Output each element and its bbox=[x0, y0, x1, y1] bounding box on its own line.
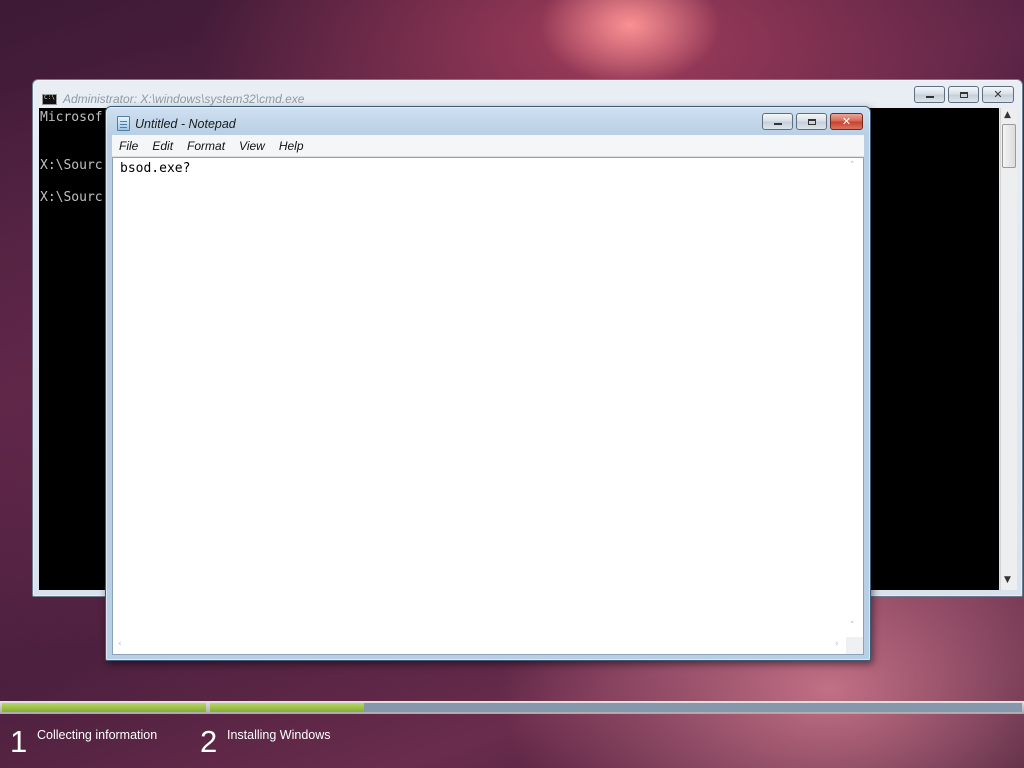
step-2-progress-fill bbox=[210, 703, 365, 712]
maximize-icon bbox=[807, 118, 816, 125]
notepad-window[interactable]: Untitled - Notepad ✕ File Edit Format Vi… bbox=[105, 106, 871, 661]
notepad-close-button[interactable]: ✕ bbox=[830, 113, 863, 130]
notepad-horizontal-scrollbar[interactable]: ‹ › bbox=[113, 637, 846, 654]
notepad-menubar: File Edit Format View Help bbox=[112, 135, 864, 157]
notepad-text-area[interactable]: bsod.exe? ˄ ˅ ‹ › bbox=[112, 157, 864, 655]
scroll-down-arrow-icon[interactable]: ▼ bbox=[1004, 576, 1011, 585]
step-number: 2 bbox=[200, 724, 218, 759]
step-number: 1 bbox=[10, 724, 28, 759]
notepad-maximize-button[interactable] bbox=[796, 113, 827, 130]
minimize-icon bbox=[925, 96, 934, 98]
cmd-minimize-button[interactable] bbox=[914, 86, 945, 103]
maximize-icon bbox=[959, 91, 968, 98]
close-icon: ✕ bbox=[841, 115, 852, 128]
menu-edit[interactable]: Edit bbox=[145, 139, 180, 153]
scroll-up-arrow-icon[interactable]: ▲ bbox=[1004, 111, 1011, 120]
step-1-progress-fill bbox=[2, 703, 206, 712]
cmd-scroll-thumb[interactable] bbox=[1002, 124, 1016, 168]
scroll-down-arrow-icon[interactable]: ˅ bbox=[850, 622, 855, 631]
menu-format[interactable]: Format bbox=[180, 139, 232, 153]
step-label: Collecting information bbox=[37, 728, 158, 742]
close-icon: ✕ bbox=[993, 88, 1003, 101]
step-label: Installing Windows bbox=[227, 728, 331, 742]
notepad-title: Untitled - Notepad bbox=[135, 117, 236, 131]
notepad-minimize-button[interactable] bbox=[762, 113, 793, 130]
cmd-close-button[interactable]: ✕ bbox=[982, 86, 1014, 103]
notepad-titlebar[interactable]: Untitled - Notepad ✕ bbox=[106, 107, 870, 135]
console-line: X:\Sourc bbox=[40, 190, 103, 205]
console-line: Microsof bbox=[40, 110, 103, 125]
menu-file[interactable]: File bbox=[112, 139, 145, 153]
step-2-progress bbox=[210, 703, 1022, 712]
setup-progress-bar bbox=[0, 701, 1024, 714]
scroll-left-arrow-icon[interactable]: ‹ bbox=[118, 640, 122, 649]
cmd-vertical-scrollbar[interactable]: ▲ ▼ bbox=[1000, 108, 1017, 590]
cmd-window-title: Administrator: X:\windows\system32\cmd.e… bbox=[63, 92, 305, 106]
cmd-titlebar[interactable]: Administrator: X:\windows\system32\cmd.e… bbox=[33, 80, 1022, 108]
scroll-right-arrow-icon[interactable]: › bbox=[835, 640, 839, 649]
step-1-progress bbox=[2, 703, 206, 712]
notepad-icon bbox=[117, 116, 130, 131]
resize-grip-icon[interactable] bbox=[846, 637, 863, 654]
notepad-content[interactable]: bsod.exe? bbox=[120, 161, 190, 176]
menu-view[interactable]: View bbox=[232, 139, 272, 153]
scroll-up-arrow-icon[interactable]: ˄ bbox=[850, 162, 855, 171]
menu-help[interactable]: Help bbox=[272, 139, 311, 153]
console-line: X:\Sourc bbox=[40, 158, 103, 173]
notepad-vertical-scrollbar[interactable]: ˄ ˅ bbox=[846, 158, 863, 638]
minimize-icon bbox=[773, 123, 782, 125]
cmd-window-icon bbox=[42, 94, 57, 105]
cmd-maximize-button[interactable] bbox=[948, 86, 979, 103]
